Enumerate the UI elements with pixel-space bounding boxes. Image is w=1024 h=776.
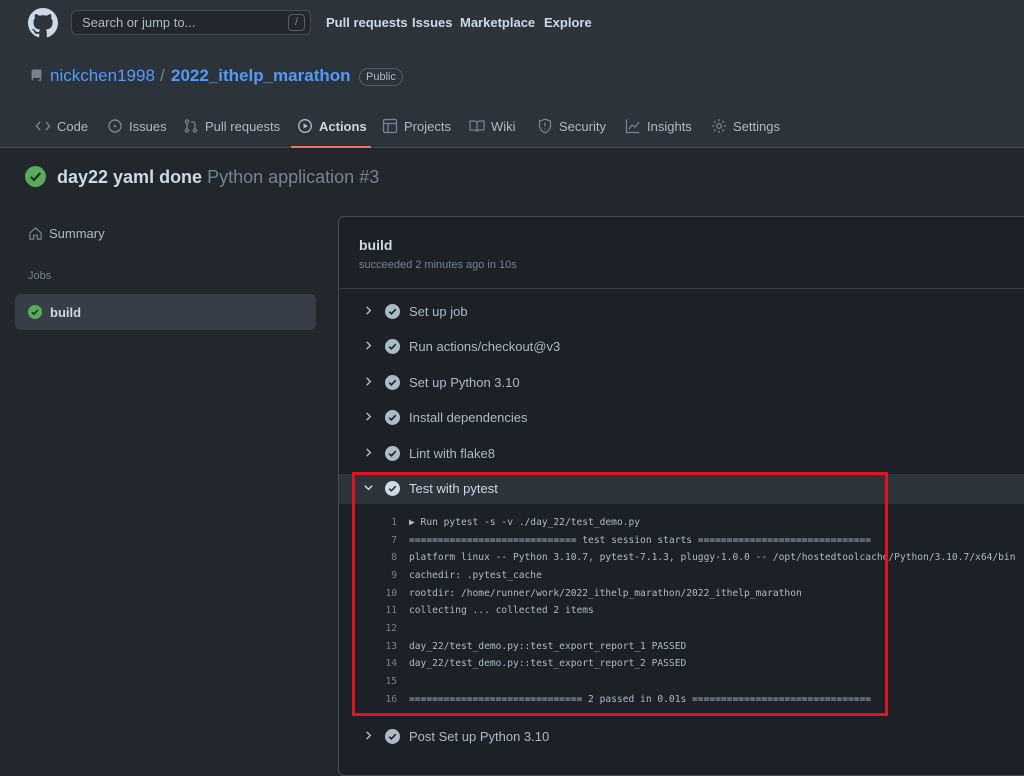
run-commit-message: day22 yaml done — [57, 167, 203, 187]
step-success-icon — [385, 375, 400, 390]
chevron-right-icon — [366, 448, 372, 457]
tab-issues[interactable]: Issues — [107, 118, 167, 148]
code-icon — [35, 121, 51, 131]
nav-issues[interactable]: Issues — [412, 15, 452, 30]
step-success-icon — [385, 729, 400, 744]
sidebar-job-label: build — [50, 305, 82, 320]
step-label: Lint with flake8 — [409, 446, 495, 461]
github-logo-icon[interactable] — [28, 8, 58, 38]
tab-code-label: Code — [57, 119, 89, 134]
issue-icon — [108, 119, 122, 133]
step-label: Post Set up Python 3.10 — [409, 729, 550, 744]
step-label: Set up Python 3.10 — [409, 375, 520, 390]
success-check-icon — [25, 166, 46, 187]
step-success-icon — [385, 339, 400, 354]
home-icon — [29, 227, 42, 240]
step-set-up-job[interactable]: Set up job — [339, 297, 1024, 327]
sidebar-summary-label: Summary — [49, 226, 105, 241]
step-label: Set up job — [409, 304, 468, 319]
sidebar-summary[interactable]: Summary — [28, 226, 105, 241]
step-label: Run actions/checkout@v3 — [409, 339, 561, 354]
search-input[interactable]: Search or jump to... / — [71, 10, 311, 35]
tab-wiki-label: Wiki — [491, 119, 516, 134]
job-status: succeeded 2 minutes ago in 10s — [359, 259, 517, 271]
step-set-up-python[interactable]: Set up Python 3.10 — [339, 368, 1024, 398]
chevron-right-icon — [366, 731, 372, 740]
step-success-icon — [385, 410, 400, 425]
book-icon — [469, 120, 485, 133]
step-post-set-up-python[interactable]: Post Set up Python 3.10 — [339, 722, 1024, 752]
tab-actions[interactable]: Actions — [297, 118, 367, 148]
sidebar-jobs-heading: Jobs — [28, 270, 52, 282]
repo-icon — [31, 69, 42, 81]
step-install-dependencies[interactable]: Install dependencies — [339, 403, 1024, 433]
top-bar: Search or jump to... / Pull requests Iss… — [0, 0, 1024, 48]
annotation-highlight-box — [352, 472, 888, 716]
repo-header: nickchen1998 / 2022_ithelp_marathon Publ… — [0, 48, 1024, 148]
table-icon — [382, 118, 398, 134]
tab-projects-label: Projects — [404, 119, 451, 134]
search-shortcut-key: / — [288, 14, 305, 31]
tab-pull-requests[interactable]: Pull requests — [183, 118, 280, 148]
chevron-right-icon — [366, 377, 372, 386]
pull-request-icon — [184, 119, 198, 133]
step-success-icon — [385, 304, 400, 319]
visibility-badge: Public — [359, 68, 403, 86]
search-placeholder: Search or jump to... — [82, 15, 196, 30]
play-icon — [297, 118, 313, 134]
step-run-checkout[interactable]: Run actions/checkout@v3 — [339, 332, 1024, 362]
tab-settings-label: Settings — [733, 119, 780, 134]
nav-explore[interactable]: Explore — [544, 15, 592, 30]
job-header: build succeeded 2 minutes ago in 10s — [339, 217, 1024, 289]
repo-separator: / — [160, 66, 165, 85]
sidebar-job-build[interactable]: build — [15, 294, 316, 330]
tab-pull-requests-label: Pull requests — [205, 119, 281, 134]
tab-issues-label: Issues — [129, 119, 167, 134]
chevron-right-icon — [366, 412, 372, 421]
graph-icon — [625, 119, 640, 134]
repo-name-link[interactable]: 2022_ithelp_marathon — [171, 66, 351, 86]
run-workflow-name[interactable]: Python application #3 — [207, 167, 379, 187]
tab-actions-label: Actions — [319, 119, 367, 134]
success-check-icon — [28, 305, 42, 319]
tab-insights[interactable]: Insights — [625, 118, 692, 148]
step-success-icon — [385, 446, 400, 461]
nav-pull-requests[interactable]: Pull requests — [326, 15, 408, 30]
tab-settings[interactable]: Settings — [711, 118, 780, 148]
active-tab-indicator — [291, 146, 371, 148]
nav-marketplace[interactable]: Marketplace — [460, 15, 535, 30]
job-title: build — [359, 237, 393, 253]
step-label: Install dependencies — [409, 410, 528, 425]
tab-code[interactable]: Code — [35, 118, 88, 148]
repo-owner-link[interactable]: nickchen1998 — [50, 66, 155, 86]
shield-icon — [538, 118, 552, 134]
chevron-right-icon — [366, 306, 372, 315]
tab-projects[interactable]: Projects — [382, 118, 451, 148]
run-title: day22 yaml done Python application #3 — [57, 167, 379, 188]
tab-insights-label: Insights — [647, 119, 692, 134]
gear-icon — [712, 119, 726, 133]
tab-wiki[interactable]: Wiki — [469, 118, 516, 148]
tab-security-label: Security — [559, 119, 606, 134]
step-lint-flake8[interactable]: Lint with flake8 — [339, 439, 1024, 469]
tab-security[interactable]: Security — [537, 118, 606, 148]
chevron-right-icon — [366, 341, 372, 350]
